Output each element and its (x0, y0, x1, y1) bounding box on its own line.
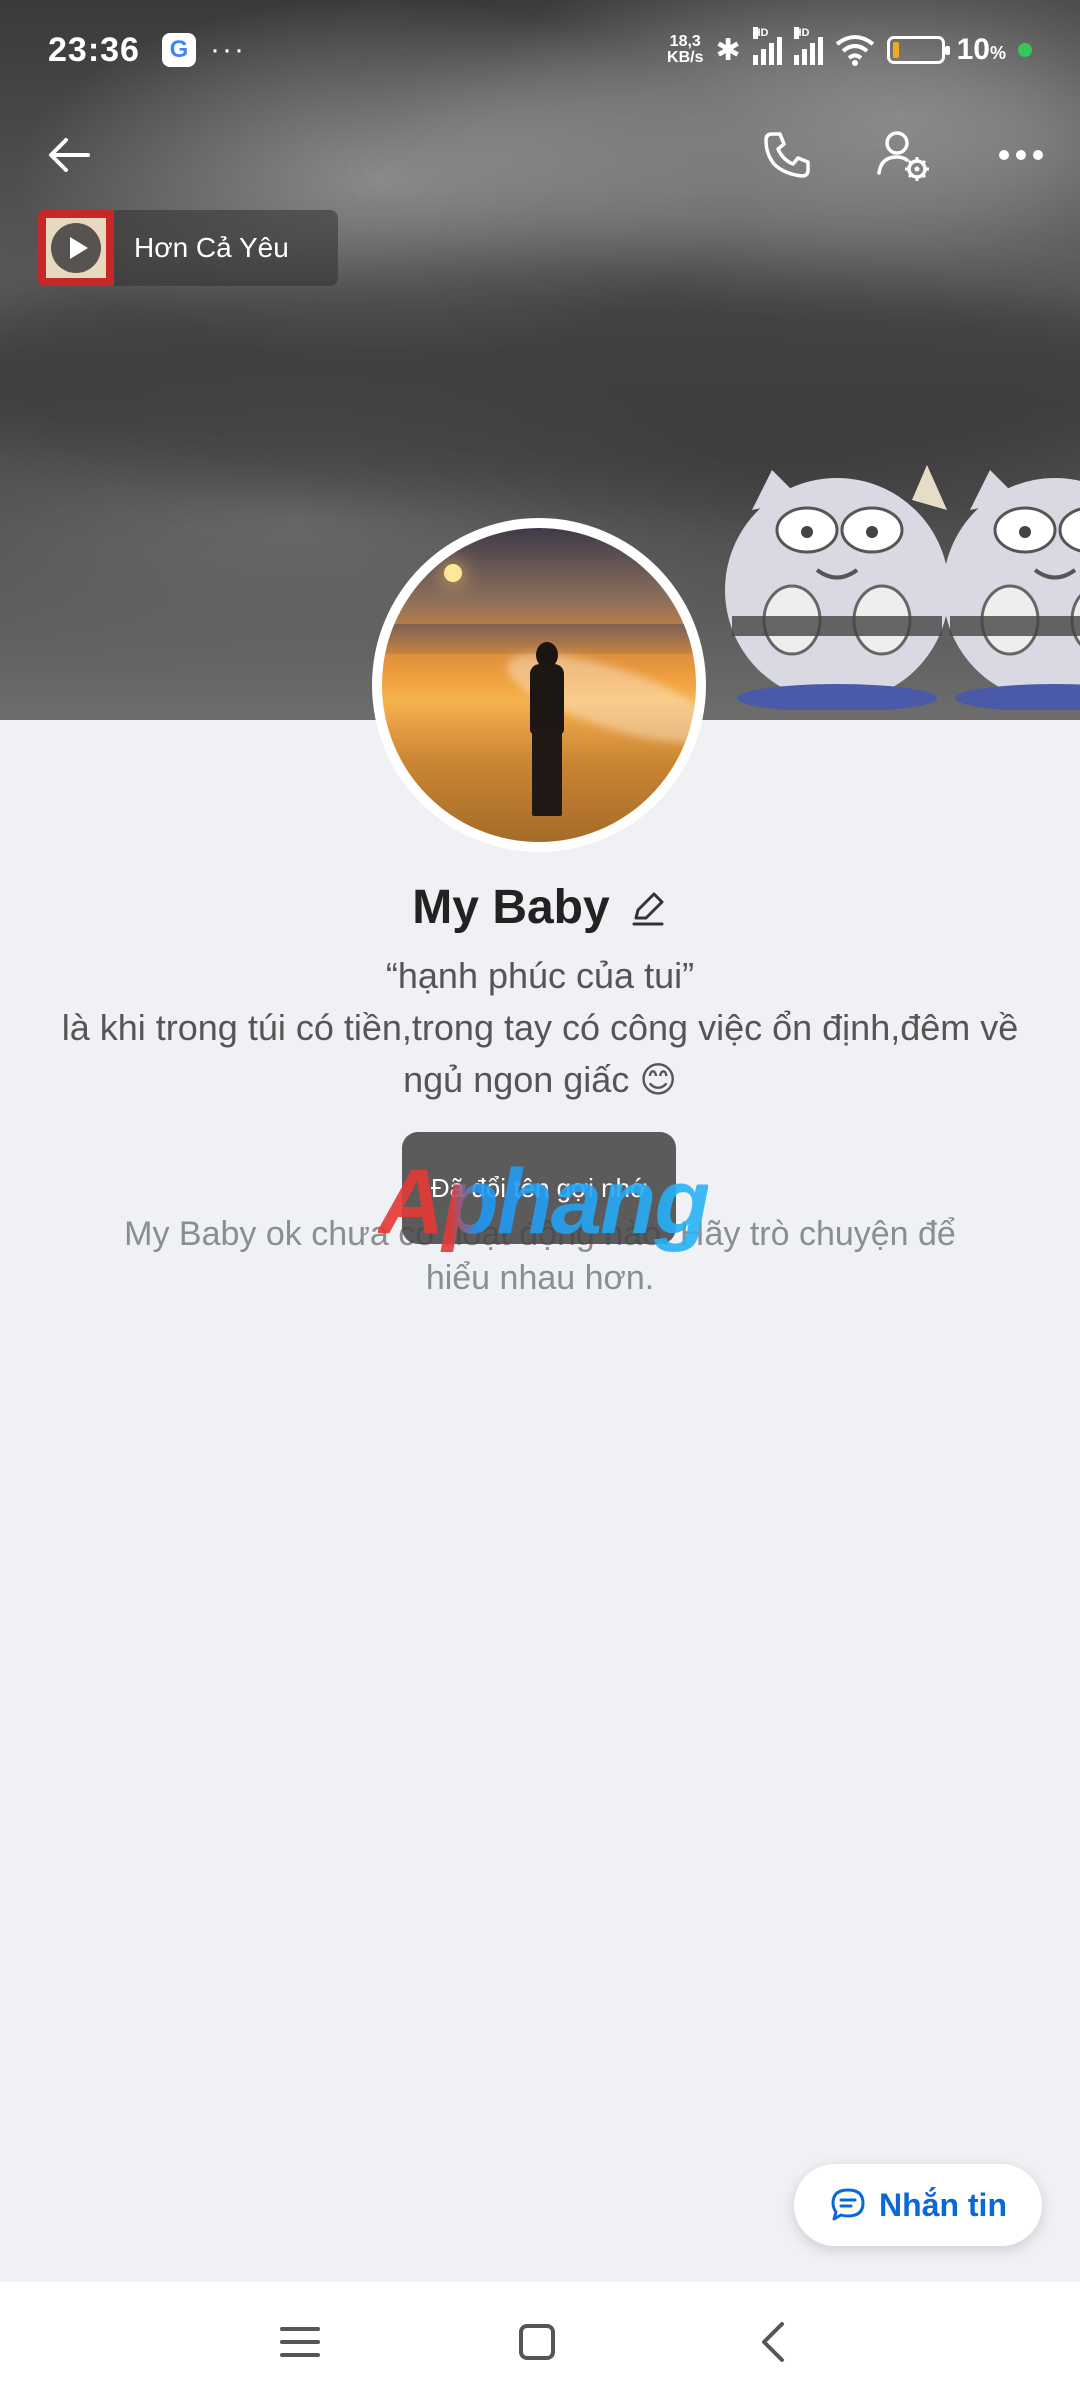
edit-name-button[interactable] (628, 888, 668, 928)
profile-settings-button[interactable] (858, 110, 948, 200)
back-button[interactable] (24, 110, 114, 200)
system-back-button[interactable] (733, 2302, 813, 2382)
signal-icon: HD (752, 27, 782, 65)
google-icon: G (161, 33, 196, 67)
home-square-icon (519, 2324, 555, 2360)
menu-icon (280, 2327, 320, 2357)
cat-sticker-left (725, 465, 949, 710)
battery-percent-value: 10 (956, 33, 990, 66)
notification-overflow-icon: ··· (209, 33, 246, 66)
home-button[interactable] (497, 2302, 577, 2382)
bio-line-2: là khi trong túi có tiền,trong tay có cô… (61, 1007, 1019, 1100)
battery-percent-unit: % (989, 43, 1006, 63)
bio-line-1: “hạnh phúc của tui” (385, 955, 695, 996)
network-speed: 18,3 KB/s (667, 34, 703, 66)
battery-percent: 10% (957, 33, 1006, 67)
system-nav-bar (0, 2282, 1080, 2400)
phone-icon (764, 132, 810, 178)
bluetooth-icon: ✱ (715, 33, 741, 67)
wifi-icon (835, 35, 874, 66)
chevron-left-icon (762, 2322, 784, 2362)
send-message-label: Nhắn tin (879, 2186, 1007, 2223)
battery-icon (886, 36, 950, 64)
profile-bio: “hạnh phúc của tui” là khi trong túi có … (40, 950, 1040, 1106)
profile-toolbar (0, 110, 1080, 200)
network-speed-unit: KB/s (667, 49, 704, 66)
send-message-button[interactable]: Nhắn tin (794, 2164, 1042, 2246)
play-icon[interactable] (51, 223, 101, 273)
recent-apps-button[interactable] (260, 2302, 340, 2382)
arrow-left-icon (49, 138, 90, 172)
status-bar: 23:36 G ··· 18,3 KB/s ✱ HD HD 10% (0, 0, 1080, 100)
network-speed-value: 18,3 (669, 33, 701, 50)
pencil-icon (632, 892, 664, 925)
profile-name: My Baby (412, 881, 610, 934)
signal-hd-label-2: HD (793, 27, 810, 39)
music-cover-thumbnail (38, 210, 114, 286)
status-indicators: 18,3 KB/s ✱ HD HD 10% (667, 27, 1032, 68)
profile-music-chip[interactable]: Hơn Cả Yêu (38, 210, 338, 286)
watermark-logo: Aphang (378, 1151, 710, 1253)
avatar-photo (382, 528, 696, 842)
more-horizontal-icon (999, 150, 1043, 160)
signal-icon-2: HD (793, 27, 823, 65)
music-title: Hơn Cả Yêu (134, 232, 289, 263)
call-button[interactable] (742, 110, 832, 200)
avatar[interactable] (372, 518, 706, 852)
profile-name-row: My Baby (0, 880, 1080, 935)
user-settings-icon (877, 131, 929, 181)
cat-sticker-right (943, 470, 1080, 710)
charging-dot-icon (1018, 43, 1032, 57)
signal-hd-label: HD (752, 27, 769, 39)
more-options-button[interactable] (976, 110, 1066, 200)
chat-bubble-icon (831, 2188, 865, 2221)
status-time: 23:36 (48, 30, 140, 69)
